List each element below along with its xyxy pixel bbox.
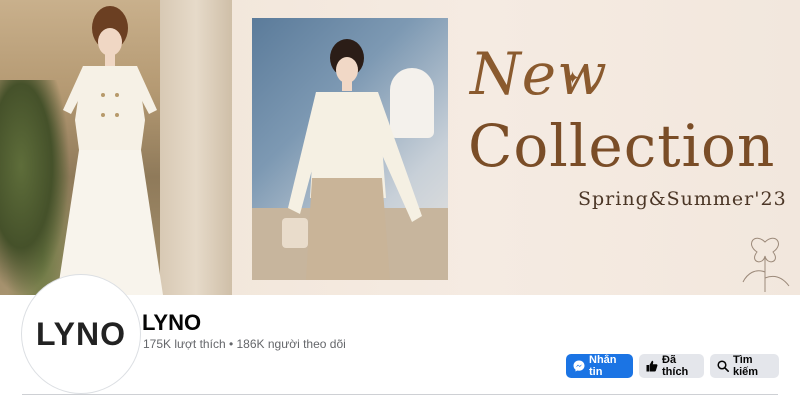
model-figure-left xyxy=(57,6,163,295)
cover-inset-photo xyxy=(252,18,448,280)
sparkle-icon: ✦ xyxy=(565,68,581,88)
page-title[interactable]: LYNO xyxy=(142,310,201,336)
liked-button[interactable]: Đã thích xyxy=(639,354,704,378)
message-button[interactable]: Nhắn tin xyxy=(566,354,633,378)
liked-button-label: Đã thích xyxy=(662,354,689,378)
header-divider xyxy=(22,394,778,395)
model-figure-center xyxy=(282,39,422,280)
thumbs-up-icon xyxy=(646,360,658,372)
search-icon xyxy=(717,360,729,372)
banner-title-new: New xyxy=(470,40,608,108)
cover-left-scene xyxy=(0,0,232,295)
message-button-label: Nhắn tin xyxy=(589,354,617,378)
flower-outline-icon xyxy=(742,237,790,292)
banner-subtitle: Spring&Summer'23 xyxy=(578,188,787,210)
search-button-label: Tìm kiếm xyxy=(733,354,759,378)
avatar-logo-text: LYNO xyxy=(36,315,126,352)
messenger-icon xyxy=(573,360,585,372)
banner-title-collection: Collection xyxy=(468,112,776,180)
cover-photo[interactable]: New ✦ Collection Spring&Summer'23 xyxy=(0,0,800,295)
profile-avatar[interactable]: LYNO xyxy=(22,275,140,393)
page-stats[interactable]: 175K lượt thích • 186K người theo dõi xyxy=(143,337,346,351)
search-button[interactable]: Tìm kiếm xyxy=(710,354,779,378)
